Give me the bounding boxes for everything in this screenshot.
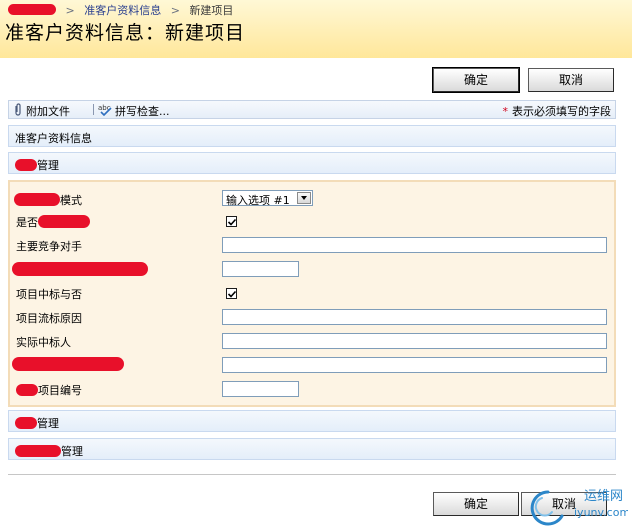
spell-check-button[interactable]: abc 拼写检查... bbox=[98, 103, 170, 119]
section-info-label: 准客户资料信息 bbox=[15, 132, 92, 145]
redacted-site-link[interactable] bbox=[8, 4, 56, 15]
watermark-line1: 运维网 bbox=[584, 489, 623, 504]
project-no-label-text: 项目编号 bbox=[38, 384, 82, 397]
redacted-field-label bbox=[12, 262, 148, 277]
footer-divider bbox=[8, 474, 616, 475]
shifou-label: 是否 bbox=[16, 214, 90, 230]
section-mgmt-2[interactable]: 管理 bbox=[8, 410, 616, 432]
section-mgmt-3-label: 管理 bbox=[15, 443, 83, 459]
spell-check-label: 拼写检查... bbox=[115, 105, 170, 118]
shifou-label-prefix: 是否 bbox=[16, 216, 38, 229]
section-mgmt-1-suffix: 管理 bbox=[37, 159, 59, 172]
breadcrumb-separator: > bbox=[65, 4, 75, 17]
breadcrumb-current: 新建项目 bbox=[189, 4, 234, 17]
bid-win-checkbox[interactable] bbox=[226, 288, 237, 299]
breadcrumb: > 准客户资料信息 > 新建项目 bbox=[8, 2, 233, 18]
section-mgmt-3-suffix: 管理 bbox=[61, 445, 83, 458]
mode-select[interactable]: 输入选项 #1 bbox=[222, 190, 313, 207]
required-star-icon: * bbox=[502, 105, 509, 118]
ok-button-top[interactable]: 确定 bbox=[432, 67, 520, 93]
redacted-text bbox=[15, 417, 37, 429]
ok-button-bottom[interactable]: 确定 bbox=[433, 492, 519, 516]
breadcrumb-link-list[interactable]: 准客户资料信息 bbox=[84, 4, 161, 17]
section-mgmt-2-suffix: 管理 bbox=[37, 417, 59, 430]
redacted-text bbox=[14, 193, 60, 206]
actual-winner-input[interactable] bbox=[222, 333, 607, 349]
mode-select-value: 输入选项 #1 bbox=[226, 194, 290, 207]
competitor-label: 主要竞争对手 bbox=[16, 240, 82, 253]
project-no-input[interactable] bbox=[222, 381, 299, 397]
redacted-text bbox=[12, 357, 124, 371]
section-mgmt-1-label: 管理 bbox=[15, 157, 59, 173]
redacted-text bbox=[38, 215, 90, 228]
toolbar-divider bbox=[93, 104, 94, 115]
competitor-input[interactable] bbox=[222, 237, 607, 253]
redacted-text bbox=[15, 159, 37, 171]
required-note: * 表示必须填写的字段 bbox=[503, 103, 612, 119]
cancel-button-top[interactable]: 取消 bbox=[528, 68, 614, 92]
redacted-field-label-2 bbox=[12, 357, 124, 372]
watermark-logo: 运维网 iyunv.com bbox=[528, 484, 630, 528]
actual-winner-label: 实际中标人 bbox=[16, 336, 71, 349]
redacted-short-input[interactable] bbox=[222, 261, 299, 277]
section-mgmt-1[interactable]: 管理 bbox=[8, 152, 616, 174]
page-header: > 准客户资料信息 > 新建项目 准客户资料信息：新建项目 bbox=[0, 0, 632, 58]
shifou-checkbox[interactable] bbox=[226, 216, 237, 227]
required-note-text: 表示必须填写的字段 bbox=[512, 105, 611, 118]
section-mgmt-2-label: 管理 bbox=[15, 415, 59, 431]
chevron-down-icon[interactable] bbox=[297, 192, 311, 204]
fail-reason-label: 项目流标原因 bbox=[16, 312, 82, 325]
attach-file-label: 附加文件 bbox=[26, 105, 70, 118]
project-no-label: 项目编号 bbox=[16, 382, 82, 398]
page-title: 准客户资料信息：新建项目 bbox=[5, 22, 246, 44]
spell-check-icon: abc bbox=[98, 103, 112, 119]
watermark-line2: iyunv.com bbox=[574, 506, 628, 519]
breadcrumb-separator: > bbox=[170, 4, 180, 17]
form-toolbar: 附加文件 abc 拼写检查... * 表示必须填写的字段 bbox=[8, 100, 616, 119]
redacted-long-input[interactable] bbox=[222, 357, 607, 373]
section-info[interactable]: 准客户资料信息 bbox=[8, 125, 616, 147]
redacted-text bbox=[15, 445, 61, 457]
fail-reason-input[interactable] bbox=[222, 309, 607, 325]
redacted-text bbox=[12, 262, 148, 276]
redacted-text bbox=[16, 384, 38, 396]
section-mgmt-3[interactable]: 管理 bbox=[8, 438, 616, 460]
mode-label-suffix: 模式 bbox=[60, 194, 82, 207]
mode-label: 模式 bbox=[14, 192, 82, 208]
paperclip-icon bbox=[13, 103, 23, 119]
attach-file-button[interactable]: 附加文件 bbox=[13, 103, 70, 119]
bid-win-label: 项目中标与否 bbox=[16, 288, 82, 301]
